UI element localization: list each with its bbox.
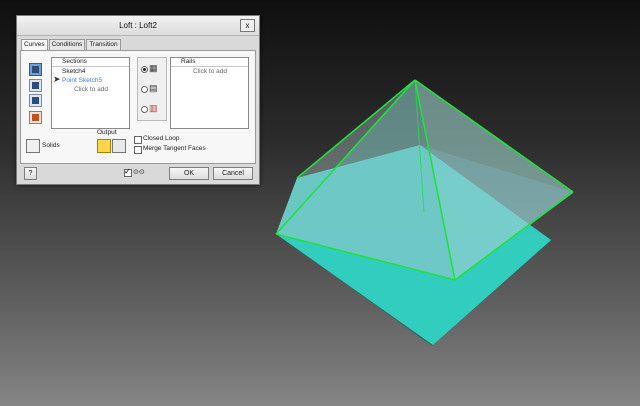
centerline-type-icon: ▤: [149, 83, 158, 93]
centerline-radio[interactable]: [141, 86, 148, 93]
rails-list[interactable]: Rails Click to add: [170, 57, 249, 129]
list-item[interactable]: Point Sketch5: [52, 76, 129, 85]
sections-add-hint[interactable]: Click to add: [52, 85, 129, 94]
dialog-titlebar[interactable]: Loft : Loft2 x: [17, 16, 259, 36]
list-item[interactable]: Sketch4: [52, 67, 129, 76]
close-icon[interactable]: x: [240, 19, 255, 32]
section-remove-icon[interactable]: [29, 94, 42, 107]
cursor-icon: ➤: [53, 74, 61, 84]
point-sketch-icon[interactable]: [29, 111, 42, 124]
preview-glasses-icon: ⊙⊙: [133, 169, 145, 176]
sections-header: Sections: [52, 58, 129, 67]
dialog-title: Loft : Loft2: [119, 21, 157, 30]
area-loft-radio[interactable]: [141, 106, 148, 113]
section-add-icon[interactable]: [29, 79, 42, 92]
sections-list[interactable]: Sections Sketch4 Point Sketch5 Click to …: [51, 57, 130, 129]
tab-strip: Curves Conditions Transition: [21, 39, 122, 51]
closed-loop-checkbox[interactable]: [134, 136, 142, 144]
solids-select-icon[interactable]: [26, 139, 40, 153]
tab-conditions[interactable]: Conditions: [48, 39, 86, 50]
solids-label: Solids: [42, 142, 60, 149]
section-select-icon[interactable]: [29, 63, 42, 76]
rails-header: Rails: [171, 58, 248, 67]
help-icon[interactable]: ?: [24, 167, 37, 180]
output-surface-icon[interactable]: [112, 139, 126, 153]
ok-button[interactable]: OK: [169, 167, 209, 180]
area-loft-type-icon: ▥: [149, 103, 158, 113]
cancel-button[interactable]: Cancel: [213, 167, 253, 180]
rails-type-icon: ▦: [149, 63, 158, 73]
output-label: Output: [97, 129, 117, 136]
loft-dialog: Loft : Loft2 x Curves Conditions Transit…: [16, 15, 260, 185]
merge-tangent-checkbox[interactable]: [134, 146, 142, 154]
merge-tangent-label: Merge Tangent Faces: [143, 145, 206, 152]
loft-type-group: ▦ ▤ ▥: [137, 57, 167, 121]
rails-add-hint[interactable]: Click to add: [171, 67, 248, 76]
closed-loop-label: Closed Loop: [143, 135, 180, 142]
rails-radio[interactable]: [141, 66, 148, 73]
preview-checkbox[interactable]: [124, 167, 132, 177]
tab-transition[interactable]: Transition: [86, 39, 121, 50]
output-solid-icon[interactable]: [97, 139, 111, 153]
curves-panel: Sections Sketch4 Point Sketch5 Click to …: [20, 50, 256, 164]
